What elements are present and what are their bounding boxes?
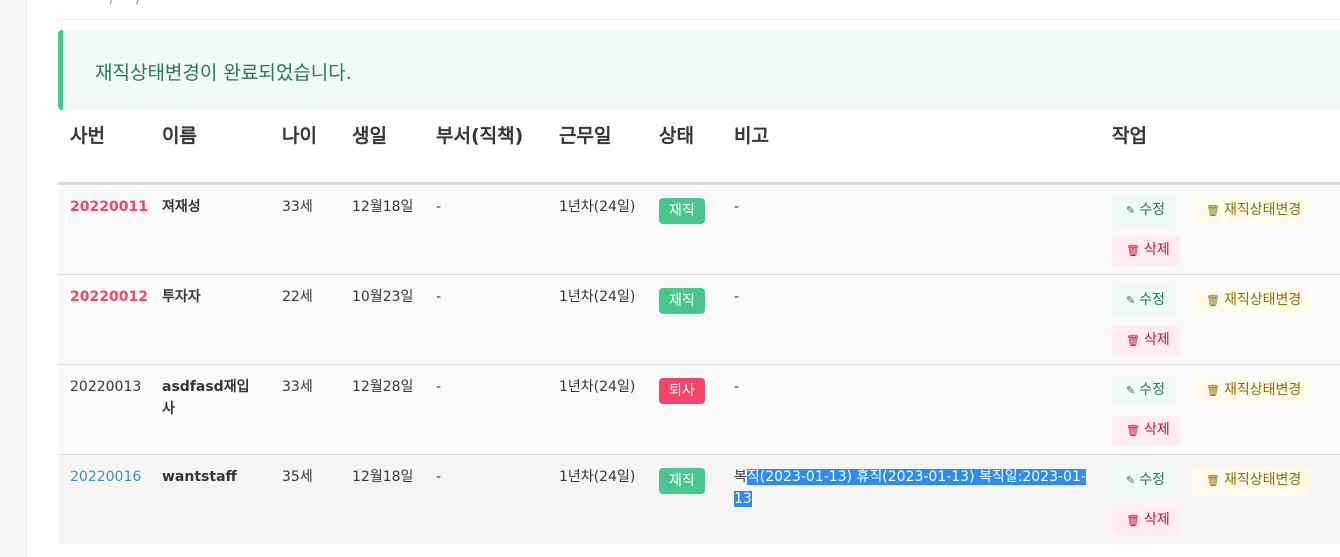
- staff-birthday: 12월28일: [340, 364, 424, 455]
- staff-memo: -: [722, 274, 1100, 365]
- trash-icon: 🗑: [1206, 204, 1220, 217]
- header-name: 이름: [150, 110, 270, 185]
- trash-icon: 🗑: [1206, 474, 1220, 487]
- edit-label: 수정: [1139, 202, 1165, 218]
- success-notification: 재직상태변경이 완료되었습니다.: [58, 30, 1340, 110]
- staff-workdays: 1년차(24일): [547, 274, 647, 365]
- delete-button[interactable]: 🗑 삭제: [1112, 236, 1180, 266]
- row-actions: ✎ 수정 🗑 재직상태변경 🗑 삭제: [1112, 376, 1338, 446]
- staff-memo: 복직(2023-01-13) 휴직(2023-01-13) 복직일:2023-0…: [722, 455, 1100, 545]
- status-change-button[interactable]: 🗑 재직상태변경: [1192, 466, 1312, 496]
- status-change-button[interactable]: 🗑 재직상태변경: [1192, 376, 1312, 406]
- staff-id-link[interactable]: 20220016: [70, 469, 141, 485]
- status-change-label: 재직상태변경: [1223, 202, 1302, 218]
- edit-icon: ✎: [1126, 474, 1136, 487]
- row-actions: ✎ 수정 🗑 재직상태변경 🗑 삭제: [1112, 196, 1338, 266]
- staff-workdays: 1년차(24일): [559, 469, 636, 485]
- trash-icon: 🗑: [1126, 514, 1140, 527]
- staff-dept: -: [436, 469, 442, 485]
- trash-icon: 🗑: [1126, 424, 1140, 437]
- status-badge: 재직: [659, 468, 705, 494]
- edit-button[interactable]: ✎ 수정: [1112, 196, 1175, 226]
- memo-text: 복: [734, 469, 747, 485]
- staff-dept: -: [424, 274, 547, 365]
- delete-label: 삭제: [1143, 512, 1170, 528]
- status-change-button[interactable]: 🗑 재직상태변경: [1192, 196, 1312, 226]
- table-header-row: 사번 이름 나이 생일 부서(직책) 근무일 상태 비고 작업: [58, 110, 1340, 185]
- table-row: 20220012 투자자 22세 10월23일 - 1년차(24일) 재직 - …: [58, 274, 1340, 365]
- row-actions: ✎ 수정 🗑 재직상태변경 🗑 삭제: [1112, 286, 1338, 356]
- trash-icon: 🗑: [1126, 244, 1140, 257]
- staff-dept: -: [424, 183, 547, 275]
- status-badge: 퇴사: [659, 378, 705, 404]
- staff-name: wantstaff: [162, 469, 237, 485]
- top-cut-text: - / - /: [96, 0, 143, 7]
- header-age: 나이: [270, 110, 340, 185]
- edit-button[interactable]: ✎ 수정: [1112, 466, 1175, 496]
- edit-label: 수정: [1139, 382, 1165, 398]
- memo-text: -: [734, 199, 740, 215]
- notification-message: 재직상태변경이 완료되었습니다.: [95, 62, 352, 84]
- status-change-label: 재직상태변경: [1223, 382, 1302, 398]
- staff-id: 20220012: [70, 289, 148, 305]
- table-row: 20220016 wantstaff 35세 12월18일 - 1년차(24일)…: [58, 454, 1340, 545]
- top-divider: [58, 19, 1340, 20]
- delete-button[interactable]: 🗑 삭제: [1112, 416, 1180, 446]
- header-status: 상태: [647, 110, 722, 185]
- memo-text: -: [734, 379, 740, 395]
- staff-age: 22세: [270, 274, 340, 365]
- edit-icon: ✎: [1126, 294, 1136, 307]
- edit-icon: ✎: [1126, 204, 1136, 217]
- staff-dept: -: [424, 364, 547, 455]
- staff-name: 져재성: [162, 199, 201, 215]
- status-badge: 재직: [659, 198, 705, 224]
- staff-name: asdfasd재입사: [162, 379, 250, 417]
- staff-birthday: 10월23일: [340, 274, 424, 365]
- delete-label: 삭제: [1143, 332, 1170, 348]
- table-row: 20220011 져재성 33세 12월18일 - 1년차(24일) 재직 - …: [58, 183, 1340, 275]
- status-change-label: 재직상태변경: [1223, 472, 1302, 488]
- staff-workdays: 1년차(24일): [547, 183, 647, 275]
- status-badge: 재직: [659, 288, 705, 314]
- header-memo: 비고: [722, 110, 1100, 185]
- delete-label: 삭제: [1143, 242, 1170, 258]
- trash-icon: 🗑: [1206, 384, 1220, 397]
- memo-selected-text: 직(2023-01-13) 휴직(2023-01-13) 복직일:2023-01…: [734, 469, 1086, 507]
- edit-button[interactable]: ✎ 수정: [1112, 376, 1175, 406]
- header-birthday: 생일: [340, 110, 424, 185]
- table-row: 20220013 asdfasd재입사 33세 12월28일 - 1년차(24일…: [58, 364, 1340, 455]
- memo-text: -: [734, 289, 740, 305]
- status-change-label: 재직상태변경: [1223, 292, 1302, 308]
- header-id: 사번: [58, 110, 150, 185]
- edit-label: 수정: [1139, 472, 1165, 488]
- staff-id: 20220013: [70, 379, 142, 395]
- row-actions: ✎ 수정 🗑 재직상태변경 🗑 삭제: [1112, 466, 1338, 536]
- staff-age: 35세: [282, 469, 313, 485]
- delete-button[interactable]: 🗑 삭제: [1112, 506, 1180, 536]
- edit-label: 수정: [1139, 292, 1165, 308]
- left-sidebar-edge: [0, 0, 27, 557]
- staff-age: 33세: [270, 364, 340, 455]
- trash-icon: 🗑: [1126, 334, 1140, 347]
- header-workdays: 근무일: [547, 110, 647, 185]
- header-actions: 작업: [1100, 110, 1340, 185]
- staff-name: 투자자: [162, 289, 201, 305]
- staff-memo: -: [722, 364, 1100, 455]
- delete-label: 삭제: [1143, 422, 1170, 438]
- staff-table: 사번 이름 나이 생일 부서(직책) 근무일 상태 비고 작업 20220011…: [58, 110, 1340, 544]
- staff-id: 20220011: [70, 199, 148, 215]
- staff-birthday: 12월18일: [352, 469, 414, 485]
- trash-icon: 🗑: [1206, 294, 1220, 307]
- staff-workdays: 1년차(24일): [547, 364, 647, 455]
- staff-age: 33세: [270, 183, 340, 275]
- edit-button[interactable]: ✎ 수정: [1112, 286, 1175, 316]
- header-dept: 부서(직책): [424, 110, 547, 185]
- staff-memo: -: [722, 183, 1100, 275]
- delete-button[interactable]: 🗑 삭제: [1112, 326, 1180, 356]
- status-change-button[interactable]: 🗑 재직상태변경: [1192, 286, 1312, 316]
- staff-birthday: 12월18일: [340, 183, 424, 275]
- edit-icon: ✎: [1126, 384, 1136, 397]
